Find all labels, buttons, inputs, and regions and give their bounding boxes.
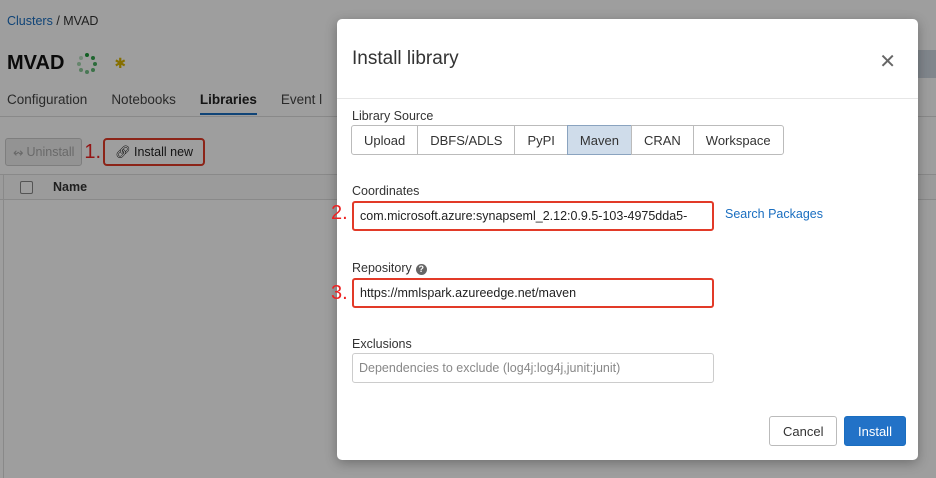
- source-workspace[interactable]: Workspace: [692, 125, 784, 155]
- step-2-marker: 2.: [331, 202, 348, 224]
- source-dbfs-adls[interactable]: DBFS/ADLS: [417, 125, 516, 155]
- exclusions-input[interactable]: [352, 353, 714, 383]
- coordinates-input[interactable]: [352, 201, 714, 231]
- source-cran[interactable]: CRAN: [630, 125, 694, 155]
- help-icon[interactable]: ?: [415, 264, 427, 275]
- library-source-label: Library Source: [352, 109, 434, 123]
- cancel-button[interactable]: Cancel: [769, 416, 838, 446]
- source-upload[interactable]: Upload: [351, 125, 419, 155]
- coordinates-label: Coordinates: [352, 184, 420, 198]
- step-3-marker: 3.: [331, 282, 348, 304]
- dialog-header: Install library ✕: [337, 19, 918, 99]
- exclusions-label: Exclusions: [352, 337, 412, 351]
- close-icon[interactable]: ✕: [879, 49, 896, 74]
- search-packages-link[interactable]: Search Packages: [725, 207, 823, 221]
- install-button[interactable]: Install: [844, 416, 906, 446]
- repository-label: Repository?: [352, 261, 427, 275]
- library-source-selector: Upload DBFS/ADLS PyPI Maven CRAN Workspa…: [351, 125, 784, 155]
- source-maven[interactable]: Maven: [566, 125, 632, 155]
- source-pypi[interactable]: PyPI: [514, 125, 568, 155]
- repository-input[interactable]: [352, 278, 714, 308]
- install-library-dialog: Install library ✕ Library Source Upload …: [331, 19, 918, 460]
- repository-label-text: Repository: [352, 261, 412, 275]
- dialog-title: Install library: [352, 48, 459, 69]
